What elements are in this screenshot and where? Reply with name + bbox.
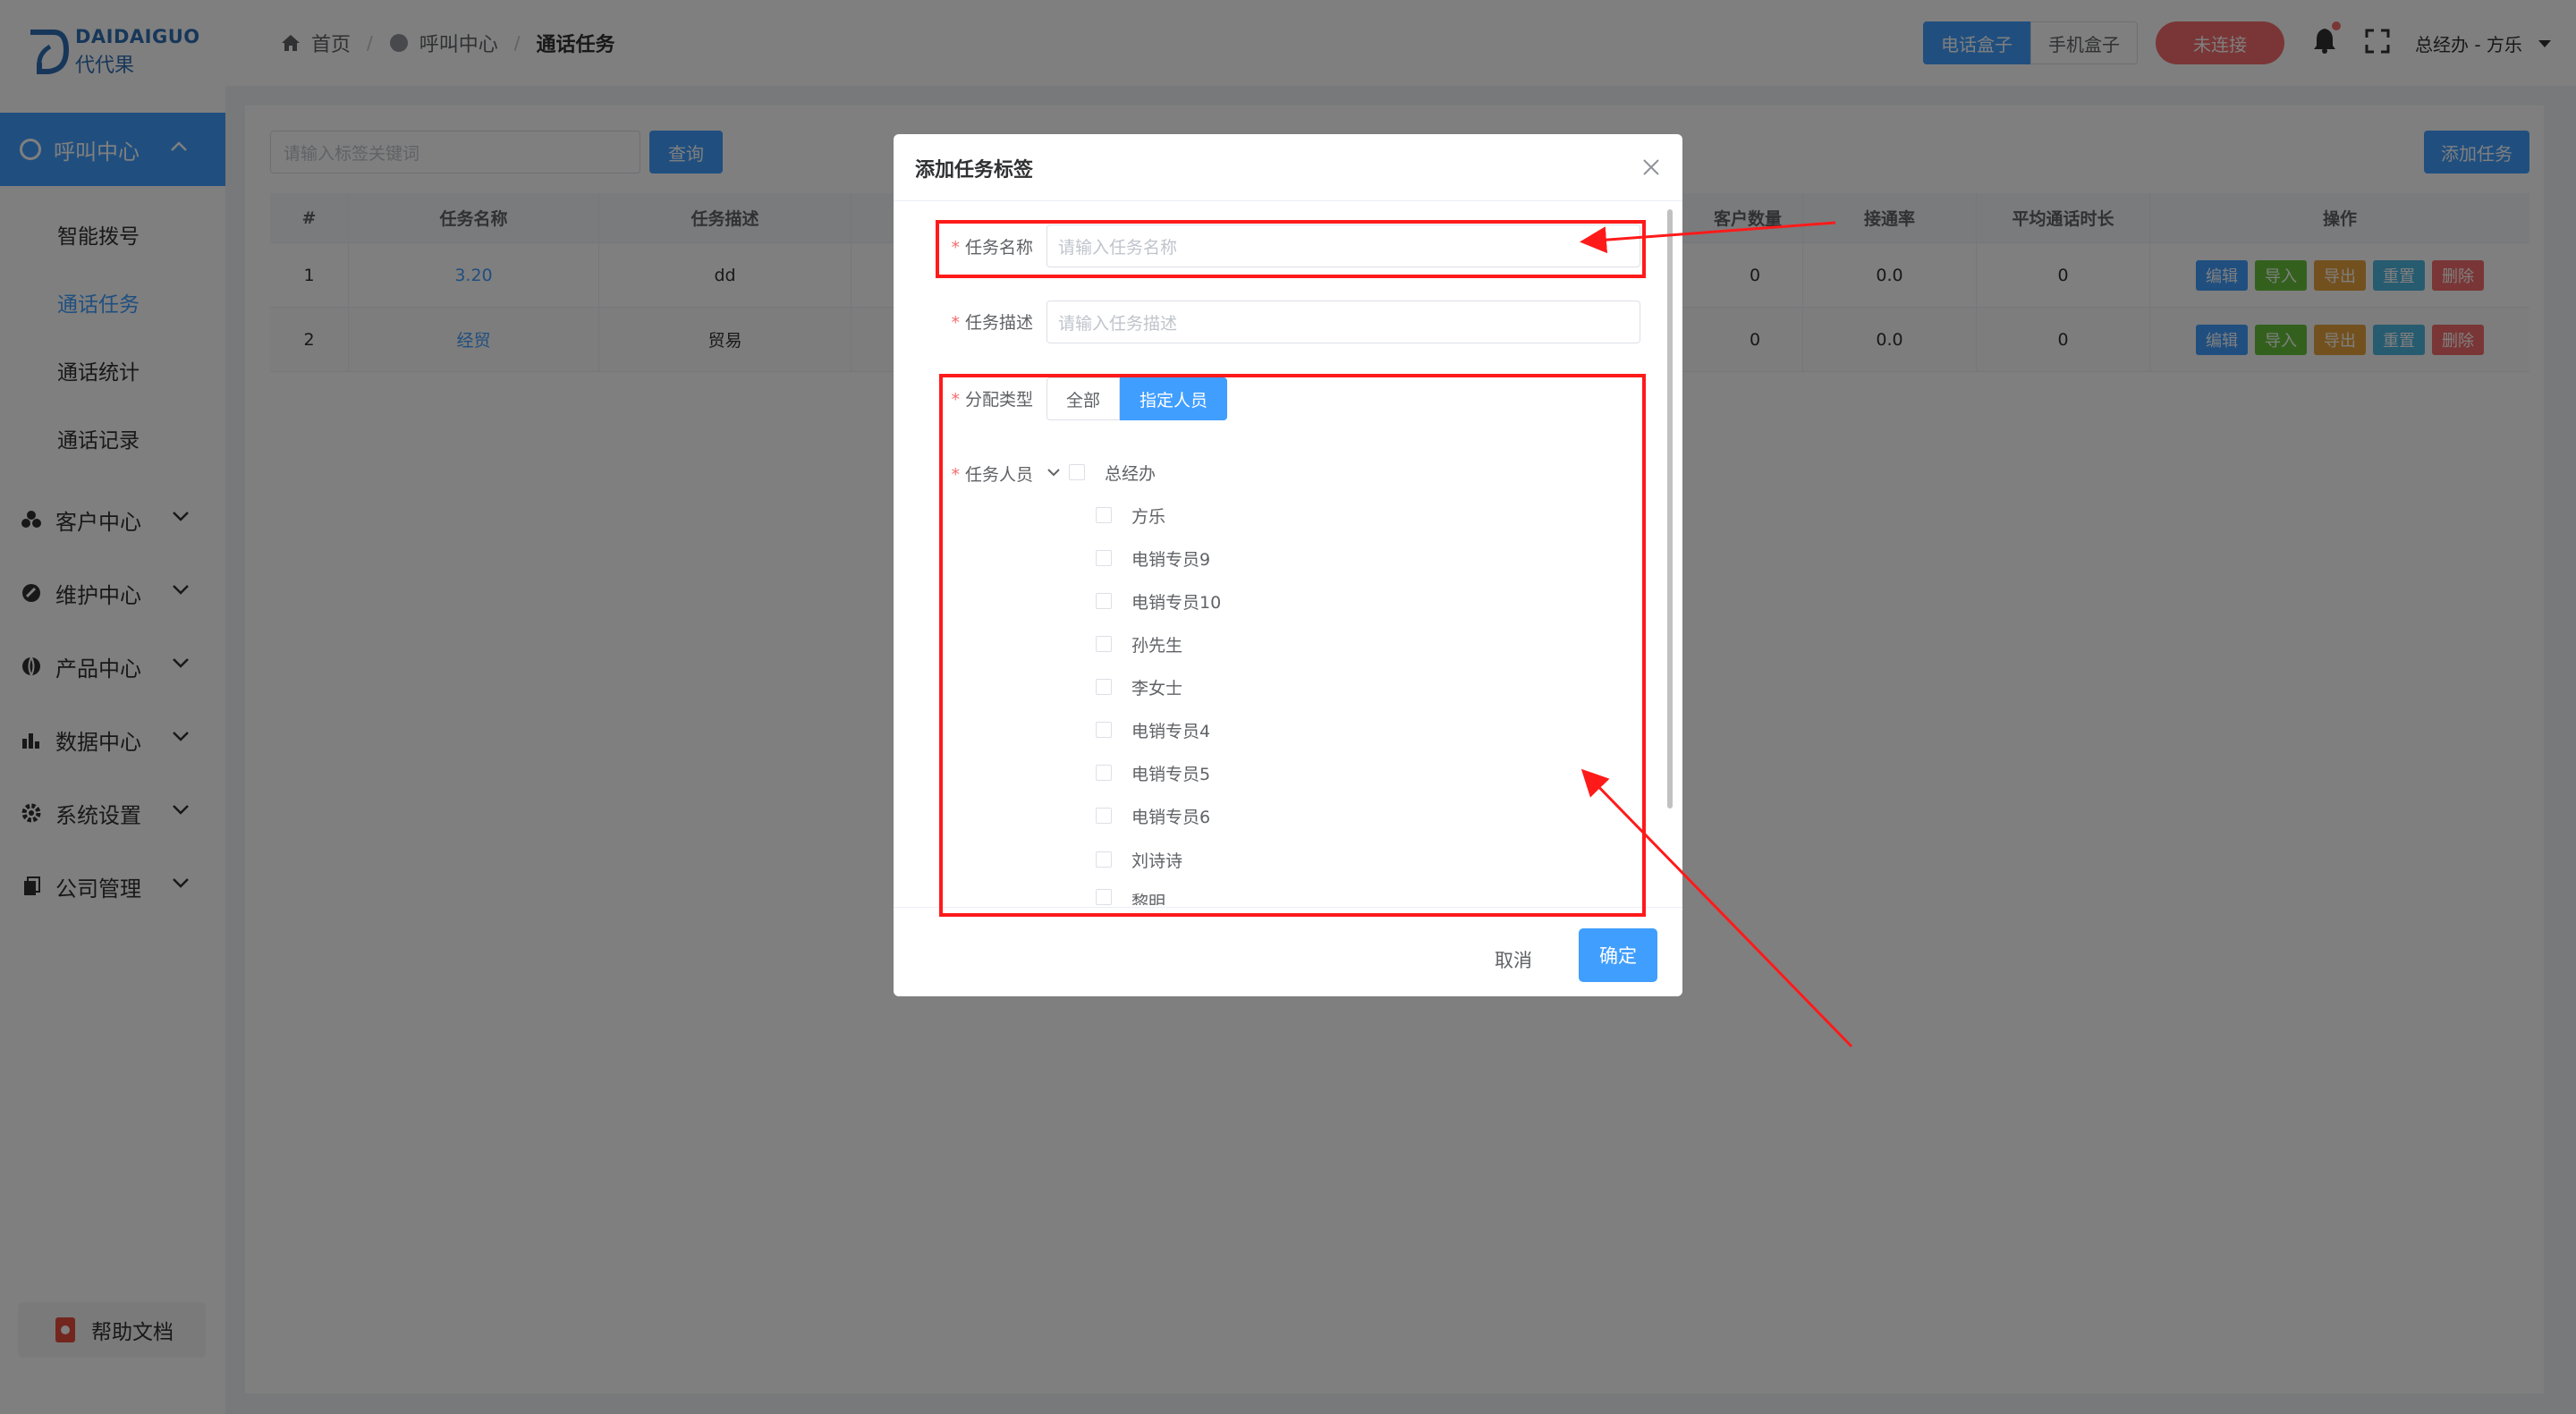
annotation-arrows xyxy=(1580,221,1853,1048)
arrow-to-task-name xyxy=(1580,221,1836,254)
arrow-to-members xyxy=(1580,768,1853,1048)
